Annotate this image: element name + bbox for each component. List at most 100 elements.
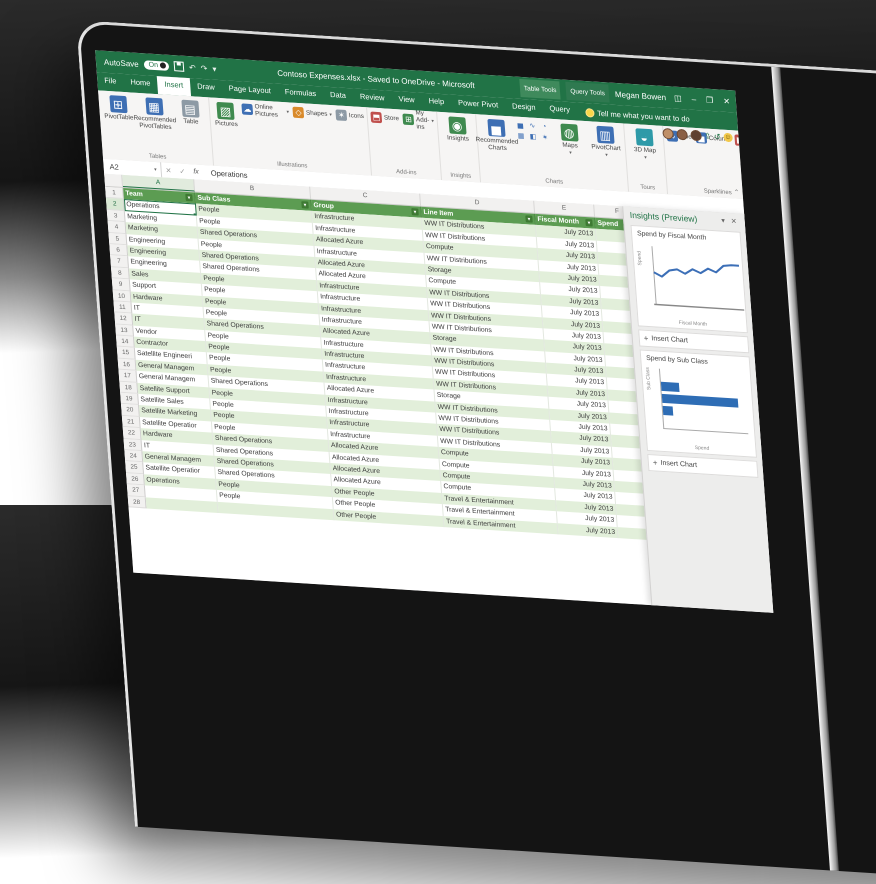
store-icon: ⬒ bbox=[371, 112, 383, 124]
insert-chart-button[interactable]: + Insert Chart bbox=[647, 454, 758, 478]
bar-chart: Sub Class bbox=[647, 364, 752, 449]
ribbon-display-options-icon[interactable]: ◫ bbox=[672, 93, 684, 103]
avatar[interactable] bbox=[662, 128, 674, 140]
recommended-pivottables-icon: ▦ bbox=[145, 97, 163, 115]
filter-dropdown-icon[interactable]: ▼ bbox=[301, 201, 309, 208]
ribbon-table-button[interactable]: ▤Table bbox=[172, 97, 208, 128]
insights-icon: ◉ bbox=[448, 116, 466, 134]
ribbon-recommended-pivottables-button[interactable]: ▦Recommended PivotTables bbox=[136, 95, 173, 133]
my-add-ins-icon: ⊞ bbox=[403, 114, 415, 126]
tab-query[interactable]: Query bbox=[542, 100, 578, 120]
tab-draw[interactable]: Draw bbox=[190, 78, 223, 98]
button-label: Table bbox=[183, 118, 199, 126]
ribbon-pivotchart-button[interactable]: ▥PivotChart ▾ bbox=[587, 123, 624, 161]
shapes-icon: ◇ bbox=[293, 107, 305, 119]
filter-dropdown-icon[interactable]: ▼ bbox=[411, 208, 419, 215]
button-label: My Add-ins bbox=[415, 109, 430, 131]
ribbon-maps-button[interactable]: ◍Maps ▾ bbox=[551, 121, 588, 159]
tab-help[interactable]: Help bbox=[421, 93, 452, 113]
tell-me-label: Tell me what you want to do bbox=[597, 108, 690, 123]
surface-device: AutoSave On ↶ ↷ ▾ Contoso Expenses.xlsx … bbox=[76, 20, 876, 884]
button-label: PivotTable bbox=[104, 113, 134, 122]
avatar[interactable] bbox=[690, 130, 702, 142]
ribbon-icons-button[interactable]: ✶Icons bbox=[334, 107, 365, 124]
filter-dropdown-icon[interactable]: ▼ bbox=[185, 194, 193, 201]
insight-card-line[interactable]: Spend by Fiscal Month Spend Fiscal Month bbox=[630, 225, 747, 333]
maps-icon: ◍ bbox=[560, 123, 578, 141]
insert-function-icon[interactable]: fx bbox=[189, 168, 203, 176]
ribbon-my-add-ins-button[interactable]: ⊞My Add-ins ▾ bbox=[401, 111, 435, 128]
quick-access-toolbar: AutoSave On ↶ ↷ ▾ bbox=[96, 56, 217, 74]
redo-icon[interactable]: ↷ bbox=[200, 63, 207, 72]
y-axis-label: Sub Class bbox=[645, 367, 653, 390]
ribbon-recommended-charts-button[interactable]: ▅Recommended Charts bbox=[478, 116, 515, 154]
chart-type-icon[interactable]: ▦ bbox=[515, 132, 527, 143]
dropdown-caret-icon: ▾ bbox=[329, 111, 332, 117]
tab-view[interactable]: View bbox=[391, 91, 422, 111]
button-label: Shapes bbox=[306, 109, 328, 117]
device-edge bbox=[771, 67, 839, 871]
chart-type-icon[interactable]: ▅ bbox=[514, 121, 526, 132]
table-tools-contextual: Table Tools bbox=[519, 79, 561, 100]
filter-dropdown-icon[interactable]: ▼ bbox=[585, 219, 593, 226]
icons-icon: ✶ bbox=[336, 109, 348, 121]
button-label: Store bbox=[384, 114, 400, 122]
ribbon-store-button[interactable]: ⬒Store bbox=[369, 109, 400, 126]
button-label: Maps bbox=[562, 142, 578, 150]
chart-type-icon[interactable]: ◧ bbox=[527, 132, 539, 143]
recommended-charts-icon: ▅ bbox=[487, 119, 505, 137]
plus-icon: + bbox=[643, 334, 648, 343]
history-icon[interactable]: ↺ bbox=[714, 132, 721, 141]
online-pictures-icon: ☁ bbox=[241, 103, 253, 115]
button-label: Recommended Charts bbox=[475, 136, 519, 153]
ribbon-group-tables: ⊞PivotTable▦Recommended PivotTables▤Tabl… bbox=[98, 90, 214, 165]
panel-close-icon[interactable]: ✕ bbox=[728, 217, 740, 226]
ribbon-pivottable-button[interactable]: ⊞PivotTable bbox=[100, 93, 136, 124]
ribbon-3d-map-button[interactable]: ◒3D Map ▾ bbox=[626, 126, 663, 164]
feedback-smiley-icon[interactable]: ☺ bbox=[723, 133, 733, 143]
close-button[interactable]: ✕ bbox=[721, 96, 732, 106]
select-all-corner[interactable] bbox=[104, 174, 123, 187]
button-label: Icons bbox=[349, 112, 365, 120]
ribbon-group-charts: ▅Recommended Charts▅∿◔▦◧✶◍Maps ▾▥PivotCh… bbox=[476, 114, 629, 192]
ribbon-group-insights: ◉InsightsInsights bbox=[437, 112, 481, 183]
tab-data[interactable]: Data bbox=[323, 87, 354, 107]
confirm-entry-icon[interactable]: ✓ bbox=[175, 167, 189, 176]
ribbon-insights-button[interactable]: ◉Insights bbox=[439, 114, 475, 145]
share-icon[interactable]: ⇪ bbox=[704, 132, 711, 141]
table-icon: ▤ bbox=[181, 100, 199, 118]
user-name[interactable]: Megan Bowen bbox=[615, 89, 667, 101]
undo-icon[interactable]: ↶ bbox=[189, 63, 196, 72]
dropdown-caret-icon: ▾ bbox=[644, 155, 647, 161]
save-icon[interactable] bbox=[174, 61, 185, 72]
ribbon-online-pictures-button[interactable]: ☁Online Pictures ▾ bbox=[240, 101, 290, 119]
button-label: Insights bbox=[447, 134, 469, 143]
avatar[interactable] bbox=[676, 129, 688, 141]
chart-type-icon[interactable]: ∿ bbox=[526, 121, 538, 132]
dropdown-caret-icon: ▾ bbox=[286, 109, 289, 115]
autosave-state: On bbox=[148, 61, 158, 69]
pivottable-icon: ⊞ bbox=[109, 95, 127, 113]
bar bbox=[662, 394, 738, 408]
ribbon-win-loss-button[interactable]: ◧Win/ Loss bbox=[733, 132, 743, 149]
insight-card-bar[interactable]: Spend by Sub Class Sub Class Spend bbox=[640, 349, 757, 457]
ribbon-shapes-button[interactable]: ◇Shapes ▾ bbox=[291, 105, 333, 123]
restore-button[interactable]: ❐ bbox=[704, 95, 716, 105]
filter-dropdown-icon[interactable]: ▼ bbox=[525, 215, 533, 222]
ribbon-pictures-button[interactable]: ▨Pictures bbox=[211, 100, 240, 130]
row-number[interactable]: 28 bbox=[128, 496, 147, 509]
qat-customize-icon[interactable]: ▾ bbox=[212, 64, 217, 73]
cancel-entry-icon[interactable]: ✕ bbox=[161, 166, 175, 175]
chart-type-icon[interactable]: ✶ bbox=[539, 133, 551, 144]
autosave-toggle[interactable]: On bbox=[143, 60, 169, 71]
chart-type-icon[interactable]: ◔ bbox=[538, 122, 550, 133]
cell[interactable]: July 2013 bbox=[558, 523, 619, 538]
formula-content[interactable]: Operations bbox=[202, 168, 247, 180]
minimize-button[interactable]: – bbox=[689, 94, 698, 104]
tab-insert[interactable]: Insert bbox=[157, 76, 191, 96]
threed-map-icon: ◒ bbox=[635, 128, 653, 146]
tab-file[interactable]: File bbox=[97, 72, 124, 92]
insights-panel-title: Insights (Preview) bbox=[629, 210, 697, 224]
tab-home[interactable]: Home bbox=[123, 74, 158, 94]
excel-window: AutoSave On ↶ ↷ ▾ Contoso Expenses.xlsx … bbox=[95, 50, 773, 613]
